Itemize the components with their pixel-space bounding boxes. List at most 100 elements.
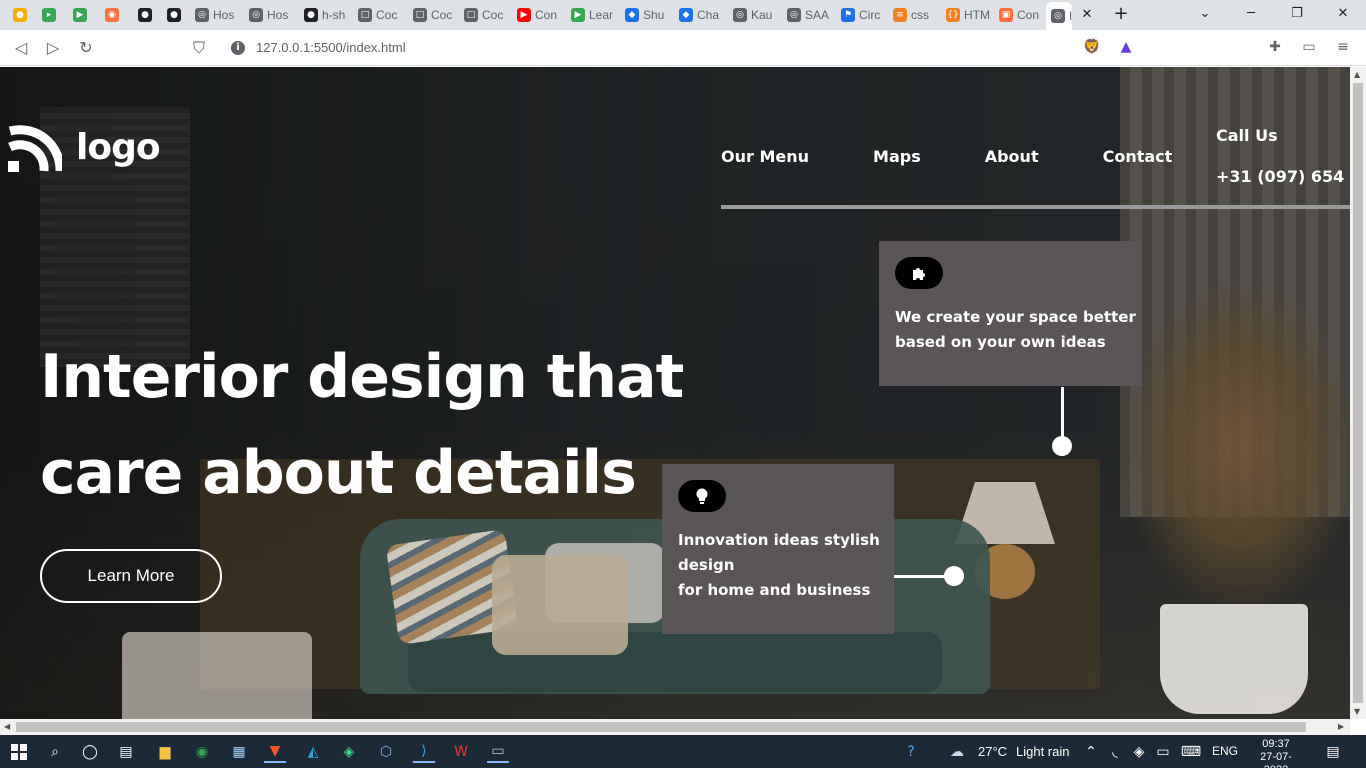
browser-tab[interactable]: ● h-sh <box>299 4 351 26</box>
new-tab-button[interactable]: + <box>1112 5 1130 23</box>
url-text[interactable]: 127.0.0.1:5500/index.html <box>256 40 406 55</box>
browser-tab[interactable]: ▶ Con <box>512 4 564 26</box>
scroll-left-icon[interactable]: ◀ <box>4 722 10 731</box>
browser-tab[interactable]: ◎ Kau <box>728 4 780 26</box>
browser-tab[interactable]: ● <box>162 4 188 26</box>
battery-icon[interactable]: ▭ <box>1152 741 1174 763</box>
tab-title: Hos <box>213 8 235 22</box>
browser-tab[interactable]: ◉ <box>100 4 131 26</box>
menu-icon[interactable]: ≡ <box>1333 37 1353 57</box>
brave-shield-icon[interactable]: 🦁 <box>1082 37 1102 57</box>
wallet-icon[interactable]: ▭ <box>1299 37 1319 57</box>
scroll-up-icon[interactable]: ▲ <box>1354 70 1360 79</box>
telegram-icon[interactable]: ◭ <box>302 741 324 763</box>
browser-tab[interactable]: ⚑ Circ <box>836 4 886 26</box>
file-explorer-icon[interactable]: ▆ <box>154 741 176 763</box>
weather-description[interactable]: Light rain <box>1016 744 1069 759</box>
call-us-label: Call Us <box>1216 126 1278 145</box>
browser-tab[interactable]: ▣ Con <box>994 4 1044 26</box>
nav-link-about[interactable]: About <box>985 147 1039 166</box>
browser-tab[interactable]: ◆ Cha <box>674 4 726 26</box>
card-connector-line <box>1061 387 1064 439</box>
tab-title: css <box>911 8 929 22</box>
network-icon[interactable]: ◟ <box>1104 741 1126 763</box>
browser-tab[interactable]: □ Coc <box>408 4 457 26</box>
bookmark-icon[interactable]: ⛉ <box>188 37 210 59</box>
notepad-icon[interactable]: ▦ <box>228 741 250 763</box>
browser-tab[interactable]: ▶ <box>68 4 98 26</box>
tab-favicon-icon: ◆ <box>679 8 693 22</box>
virtualbox-icon[interactable]: ⬡ <box>375 741 397 763</box>
browser-tab[interactable]: ● <box>133 4 160 26</box>
tray-expand-icon[interactable]: ⌃ <box>1080 741 1102 763</box>
scroll-down-icon[interactable]: ▼ <box>1354 707 1360 716</box>
chrome-icon[interactable]: ◉ <box>191 741 213 763</box>
tab-favicon-icon: □ <box>413 8 427 22</box>
phone-number[interactable]: +31 (097) 654 54 <box>1216 167 1350 186</box>
vscode-icon[interactable]: ⟩ <box>413 741 435 763</box>
site-logo[interactable]: logo <box>8 121 161 173</box>
browser-tab[interactable]: ◎ I <box>1046 2 1072 30</box>
keyboard-icon[interactable]: ⌨ <box>1180 741 1202 763</box>
vertical-scrollbar[interactable]: ▲ ▼ <box>1350 67 1366 719</box>
language-indicator[interactable]: ENG <box>1212 744 1238 758</box>
address-bar[interactable]: i 127.0.0.1:5500/index.html <box>221 34 1145 62</box>
reload-button[interactable]: ↻ <box>75 37 97 59</box>
background-plant <box>1120 277 1350 617</box>
weather-temperature[interactable]: 27°C <box>978 744 1007 759</box>
vertical-scroll-thumb[interactable] <box>1353 83 1363 703</box>
tab-search-icon[interactable]: ⌄ <box>1196 5 1214 23</box>
site-info-icon[interactable]: i <box>231 41 245 55</box>
wps-office-icon[interactable]: W <box>450 741 472 763</box>
browser-tab[interactable]: ◎ SAA <box>782 4 834 26</box>
nav-link-our-menu[interactable]: Our Menu <box>721 147 809 166</box>
help-icon[interactable]: ? <box>900 741 922 763</box>
browser-tab[interactable]: □ Coc <box>459 4 510 26</box>
nav-link-contact[interactable]: Contact <box>1103 147 1173 166</box>
browser-tab[interactable]: ◎ Hos <box>244 4 297 26</box>
forward-button[interactable]: ▷ <box>42 37 64 59</box>
tab-close-icon[interactable]: ✕ <box>1078 6 1096 24</box>
horizontal-scrollbar[interactable]: ◀ ▶ <box>0 719 1350 735</box>
minimize-button[interactable]: ─ <box>1242 5 1260 23</box>
extensions-icon[interactable]: ✚ <box>1265 37 1285 57</box>
notifications-icon[interactable]: ▤ <box>1322 741 1344 763</box>
hotspot-dot[interactable] <box>944 566 964 586</box>
lightbulb-icon <box>678 480 726 512</box>
tab-favicon-icon: ◆ <box>625 8 639 22</box>
browser-tab[interactable]: □ Coc <box>353 4 406 26</box>
brave-rewards-icon[interactable]: ▲ <box>1116 37 1136 57</box>
horizontal-scroll-thumb[interactable] <box>16 722 1306 732</box>
weather-icon[interactable]: ☁ <box>946 741 968 763</box>
brave-icon[interactable]: ▼ <box>264 741 286 763</box>
tab-favicon-icon: ● <box>138 8 152 22</box>
terminal-icon[interactable]: ▭ <box>487 741 509 763</box>
puzzle-icon <box>895 257 943 289</box>
browser-tab[interactable]: {} HTM <box>941 4 992 26</box>
windows-start-icon[interactable] <box>8 741 30 763</box>
cortana-icon[interactable]: ◯ <box>79 741 101 763</box>
tab-title: Con <box>535 8 558 22</box>
browser-tab[interactable]: ▸ <box>37 4 66 26</box>
learn-more-button[interactable]: Learn More <box>40 549 222 603</box>
app-icon[interactable]: ◈ <box>338 741 360 763</box>
browser-tab[interactable]: ≡ css <box>888 4 939 26</box>
task-view-icon[interactable]: ▤ <box>115 741 137 763</box>
search-icon[interactable]: ⌕ <box>44 741 66 763</box>
system-clock[interactable]: 09:37 27-07-2022 <box>1248 738 1304 777</box>
browser-tab[interactable]: ◎ Hos <box>190 4 242 26</box>
tab-favicon-icon: ● <box>167 8 181 22</box>
hotspot-dot[interactable] <box>1052 436 1072 456</box>
browser-tab[interactable]: ▶ Lear <box>566 4 618 26</box>
restore-button[interactable]: ❐ <box>1288 5 1306 23</box>
back-button[interactable]: ◁ <box>10 37 32 59</box>
tab-favicon-icon: ◎ <box>787 8 801 22</box>
close-window-button[interactable]: ✕ <box>1334 5 1352 23</box>
nav-link-maps[interactable]: Maps <box>873 147 921 166</box>
tab-favicon-icon: {} <box>946 8 960 22</box>
browser-tab[interactable]: ● <box>8 4 35 26</box>
background-pillow <box>492 555 628 655</box>
scroll-right-icon[interactable]: ▶ <box>1338 722 1344 731</box>
browser-tab[interactable]: ◆ Shu <box>620 4 672 26</box>
location-icon[interactable]: ◈ <box>1128 741 1150 763</box>
